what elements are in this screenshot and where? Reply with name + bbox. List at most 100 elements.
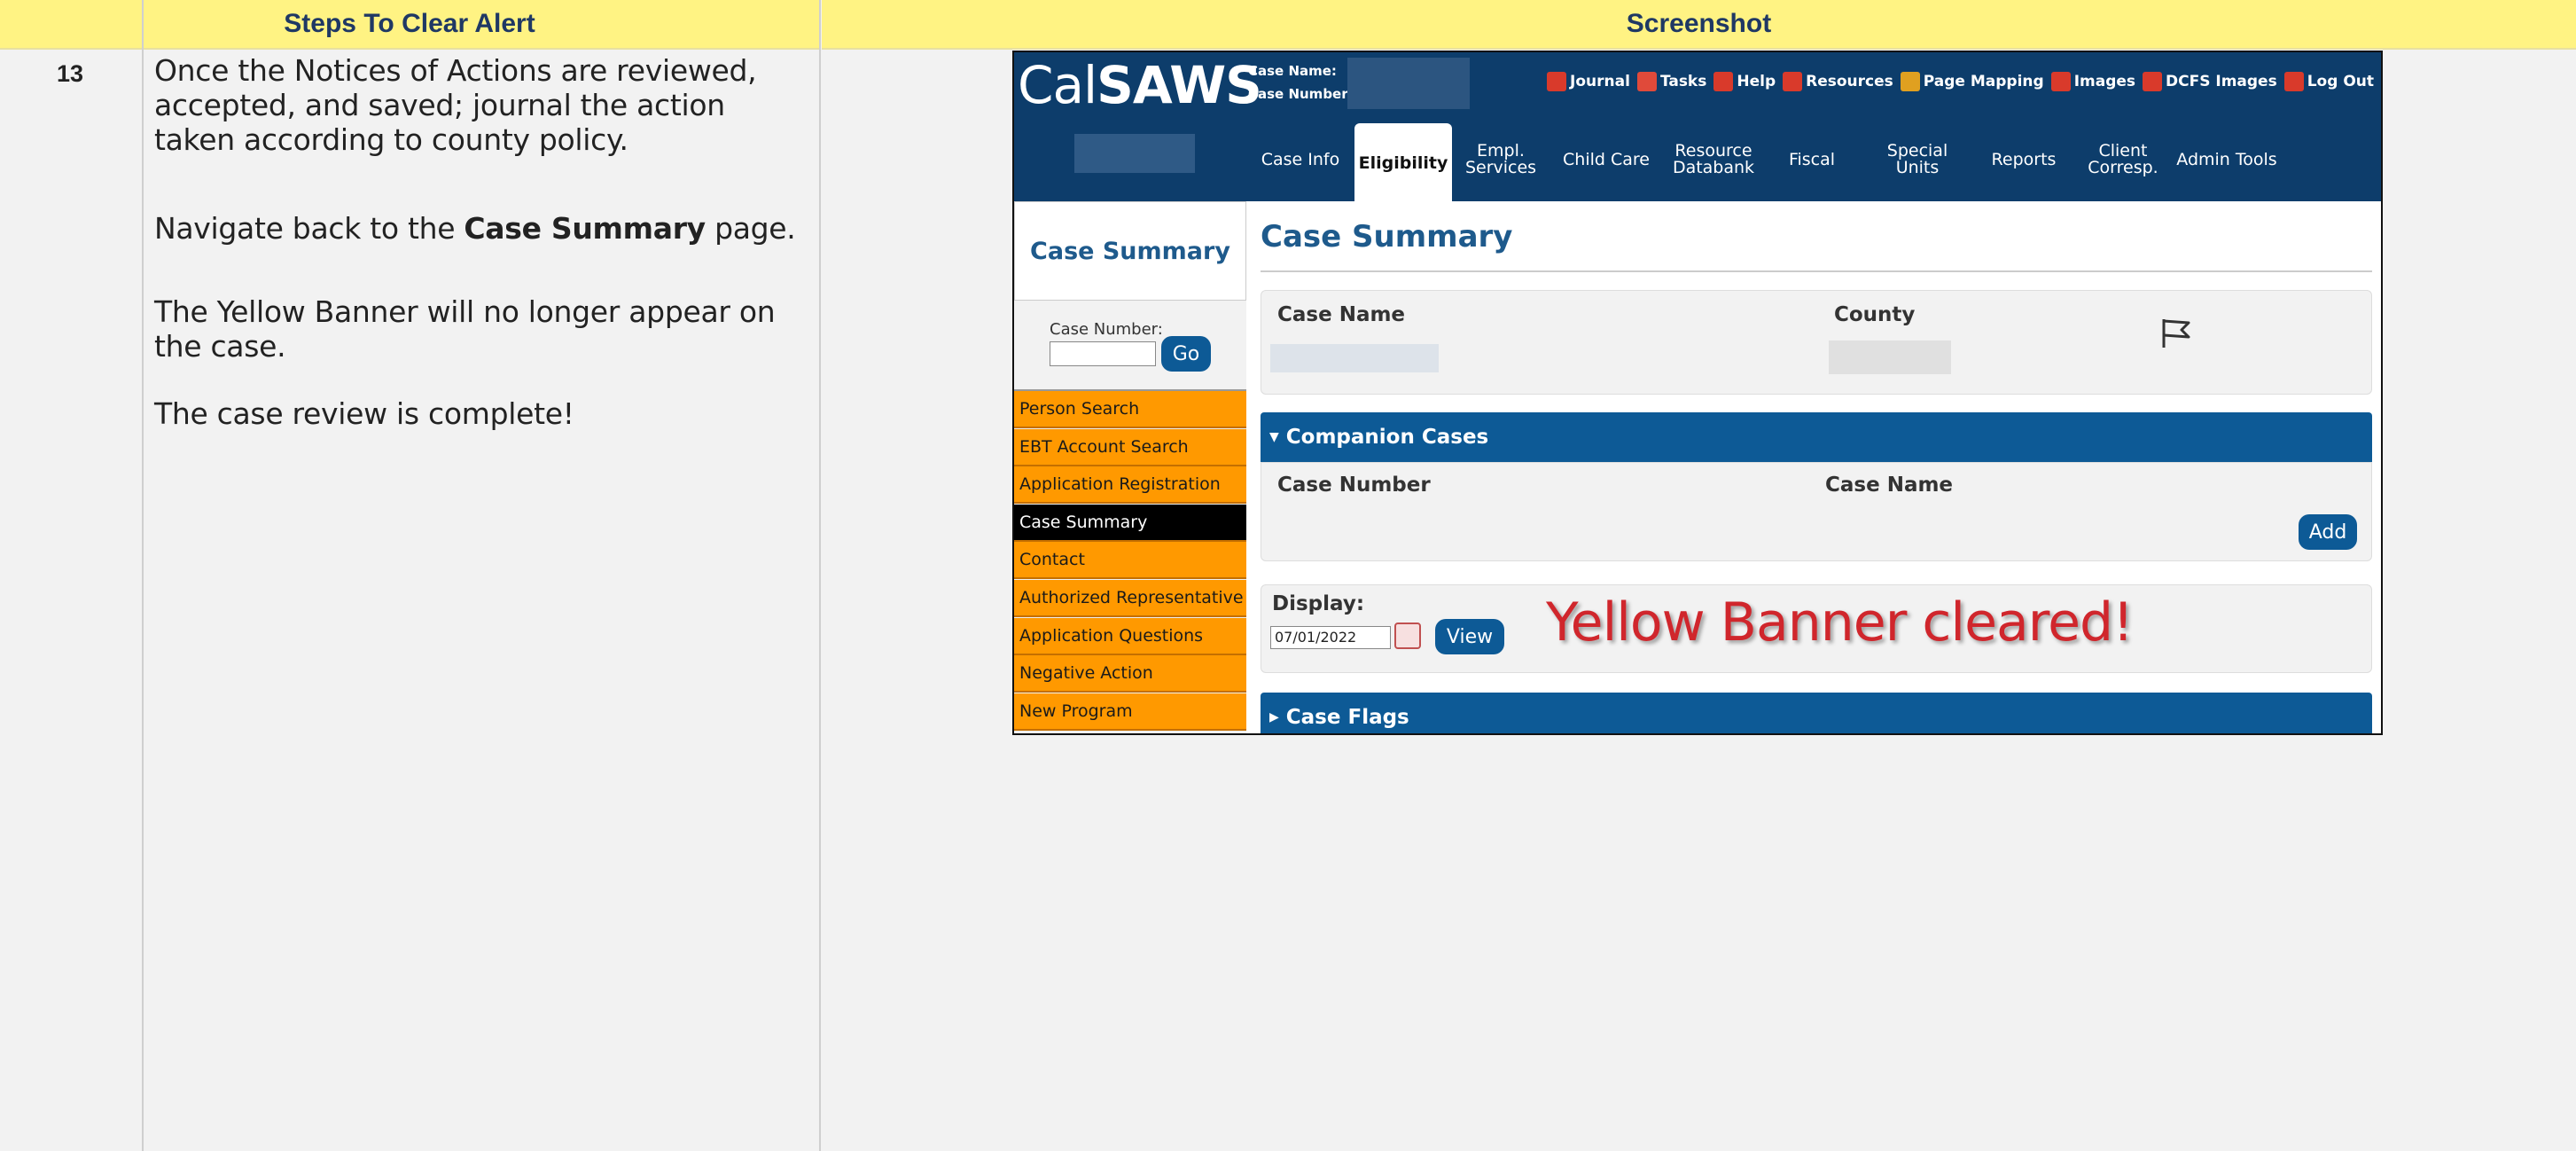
top-link-journal[interactable]: Journal xyxy=(1547,72,1630,91)
tab-label: Fiscal xyxy=(1788,149,1836,169)
column-divider xyxy=(142,0,144,1151)
tasks-icon xyxy=(1636,72,1657,91)
left-nav: Case Summary Case Number: Go Person Sear… xyxy=(1014,201,1246,733)
tab-eligibility[interactable]: Eligibility xyxy=(1354,123,1452,203)
display-label: Display: xyxy=(1272,592,1365,615)
case-name-column-header: Case Name xyxy=(1825,474,1954,497)
case-summary-emphasis: Case Summary xyxy=(464,211,706,246)
left-nav-new-program[interactable]: New Program xyxy=(1014,693,1246,731)
app-top-bar: CalSAWS Case Name: Case Number: Journal T… xyxy=(1014,52,2381,118)
top-link-help[interactable]: Help xyxy=(1713,72,1776,91)
case-number-label: Case Number: xyxy=(1248,86,1354,102)
tab-label-line2: Corresp. xyxy=(2088,158,2158,177)
calsaws-logo: CalSAWS xyxy=(1018,59,1262,111)
tab-reports[interactable]: Reports xyxy=(1975,118,2073,201)
add-companion-case-button[interactable]: Add xyxy=(2299,514,2357,550)
case-number-column-header: Case Number xyxy=(1277,474,1431,497)
top-link-label: Page Mapping xyxy=(1923,73,2044,90)
step-paragraph-banner: The Yellow Banner will no longer appear … xyxy=(154,294,776,364)
page-mapping-icon xyxy=(1900,72,1920,91)
case-name-label: Case Name: xyxy=(1248,63,1337,79)
step-paragraph-journal: Once the Notices of Actions are reviewed… xyxy=(154,53,757,157)
top-link-log-out[interactable]: Log Out xyxy=(2283,72,2374,91)
companion-cases-panel: Case Number Case Name Add xyxy=(1261,462,2372,561)
left-nav-contact[interactable]: Contact xyxy=(1014,542,1246,580)
tab-label: Admin Tools xyxy=(2176,149,2277,169)
case-number-search-label: Case Number: xyxy=(1050,320,1163,339)
steps-header: Steps To Clear Alert xyxy=(0,0,819,50)
tab-label-line2: Units xyxy=(1895,158,1940,177)
redacted-case-name xyxy=(1270,344,1439,372)
top-link-label: Log Out xyxy=(2307,73,2374,90)
yellow-banner-cleared-annotation: Yellow Banner cleared! xyxy=(1546,591,2134,654)
top-link-tasks[interactable]: Tasks xyxy=(1636,72,1707,91)
case-number-input[interactable] xyxy=(1050,341,1156,366)
case-flags-title: Case Flags xyxy=(1285,706,1409,729)
case-flags-header[interactable]: ▶ Case Flags xyxy=(1261,693,2372,733)
tab-label: Child Care xyxy=(1563,149,1650,169)
top-link-label: Help xyxy=(1737,73,1776,90)
county-field-label: County xyxy=(1834,303,1916,326)
top-link-dcfs-images[interactable]: DCFS Images xyxy=(2143,72,2277,91)
main-nav-bar: Case Info Eligibility Empl. Services Child C… xyxy=(1014,118,2381,203)
tab-special[interactable]: Special Units xyxy=(1860,118,1975,201)
companion-cases-header[interactable]: ▼ Companion Cases xyxy=(1261,412,2372,462)
case-info-panel: Case Name County xyxy=(1261,290,2372,395)
view-button[interactable]: View xyxy=(1435,619,1504,654)
top-link-resources[interactable]: Resources xyxy=(1783,72,1893,91)
tab-client[interactable]: Client Corresp. xyxy=(2073,118,2174,201)
top-link-images[interactable]: Images xyxy=(2050,72,2136,91)
dcfs-images-icon xyxy=(2143,72,2163,91)
images-icon xyxy=(2050,72,2071,91)
redacted-user-info xyxy=(1074,134,1195,173)
top-link-label: DCFS Images xyxy=(2166,73,2277,90)
top-link-label: Images xyxy=(2073,73,2136,90)
logo-text-light: Cal xyxy=(1018,55,1097,115)
step-paragraph-complete: The case review is complete! xyxy=(154,396,574,431)
tab-label-line2: Databank xyxy=(1672,158,1755,177)
flag-icon[interactable] xyxy=(2158,316,2194,351)
help-icon xyxy=(1713,72,1734,91)
tab-label-line2: Services xyxy=(1464,158,1537,177)
calendar-icon[interactable] xyxy=(1394,622,1421,649)
redacted-case-info xyxy=(1347,58,1470,109)
left-nav-authorized-representative[interactable]: Authorized Representative xyxy=(1014,580,1246,617)
top-link-label: Journal xyxy=(1570,73,1630,90)
resources-icon xyxy=(1783,72,1803,91)
chevron-down-icon: ▼ xyxy=(1269,430,1279,444)
case-number-search: Case Number: Go xyxy=(1014,301,1246,391)
tab-child-care[interactable]: Child Care xyxy=(1550,118,1663,201)
companion-cases-title: Companion Cases xyxy=(1285,426,1489,449)
left-nav-ebt-account-search[interactable]: EBT Account Search xyxy=(1014,428,1246,466)
text-segment: page. xyxy=(705,211,796,246)
logo-text-bold: SAWS xyxy=(1097,55,1262,115)
tab-label: Case Info xyxy=(1261,149,1340,169)
tab-label: Reports xyxy=(1991,149,2057,169)
top-link-label: Resources xyxy=(1806,73,1893,90)
top-link-page-mapping[interactable]: Page Mapping xyxy=(1900,72,2044,91)
tab-fiscal[interactable]: Fiscal xyxy=(1764,118,1860,201)
tab-admin-tools[interactable]: Admin Tools xyxy=(2174,118,2280,201)
screenshot-header: Screenshot xyxy=(822,0,2576,50)
top-link-label: Tasks xyxy=(1659,73,1707,90)
logout-icon xyxy=(2283,72,2304,91)
top-links: Journal Tasks Help Resources Page Mapping Ima… xyxy=(1547,72,2374,91)
tab-empl[interactable]: Empl. Services xyxy=(1452,118,1550,201)
left-nav-application-questions[interactable]: Application Questions xyxy=(1014,617,1246,655)
column-divider xyxy=(819,0,821,1151)
journal-icon xyxy=(1547,72,1567,91)
go-button[interactable]: Go xyxy=(1161,336,1211,372)
left-nav-application-registration[interactable]: Application Registration xyxy=(1014,466,1246,505)
tab-label: Eligibility xyxy=(1358,153,1448,173)
left-nav-case-summary[interactable]: Case Summary xyxy=(1014,504,1246,542)
left-nav-person-search[interactable]: Person Search xyxy=(1014,391,1246,428)
tab-case-info[interactable]: Case Info xyxy=(1246,118,1354,201)
calsaws-screenshot: CalSAWS Case Name: Case Number: Journal T… xyxy=(1012,51,2383,735)
left-nav-negative-action[interactable]: Negative Action xyxy=(1014,655,1246,693)
case-name-field-label: Case Name xyxy=(1277,303,1406,326)
left-nav-title: Case Summary xyxy=(1014,201,1246,301)
tab-resource[interactable]: Resource Databank xyxy=(1663,118,1764,201)
chevron-right-icon: ▶ xyxy=(1269,710,1279,724)
display-date-input[interactable]: 07/01/2022 xyxy=(1270,626,1391,649)
step-number: 13 xyxy=(57,60,84,87)
